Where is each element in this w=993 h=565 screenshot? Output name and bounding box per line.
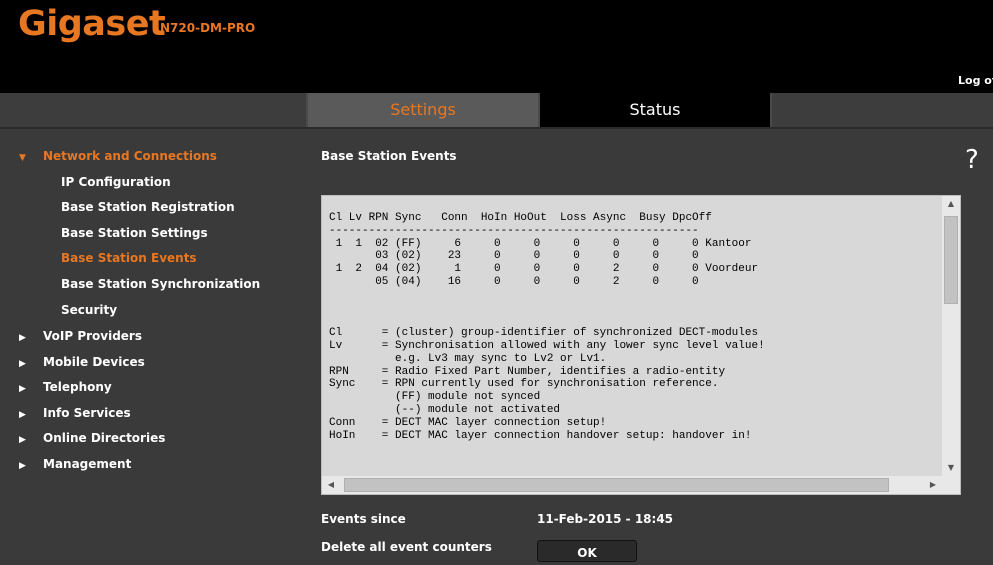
tab-bar-filler-right bbox=[772, 93, 993, 127]
page-title: Base Station Events bbox=[321, 149, 457, 163]
sidebar-item-info-services[interactable]: ▶ Info Services bbox=[19, 402, 131, 424]
events-textarea[interactable]: Cl Lv RPN Sync Conn HoIn HoOut Loss Asyn… bbox=[321, 195, 961, 495]
sidebar-item-voip-providers[interactable]: ▶ VoIP Providers bbox=[19, 325, 142, 347]
triangle-down-icon: ▼ bbox=[19, 153, 26, 163]
horizontal-scroll-thumb[interactable] bbox=[344, 478, 889, 492]
sidebar-item-base-station-registration[interactable]: Base Station Registration bbox=[61, 196, 235, 218]
scroll-up-icon[interactable]: ▲ bbox=[942, 196, 960, 212]
sidebar-item-network-and-connections[interactable]: ▼ Network and Connections bbox=[19, 145, 217, 167]
sidebar-item-security[interactable]: Security bbox=[61, 299, 117, 321]
scroll-right-icon[interactable]: ▶ bbox=[924, 476, 942, 494]
delete-counters-label: Delete all event counters bbox=[321, 540, 492, 554]
page-header: Gigaset N720-DM-PRO Log off bbox=[0, 0, 993, 93]
triangle-right-icon: ▶ bbox=[19, 333, 26, 343]
triangle-right-icon: ▶ bbox=[19, 410, 26, 420]
tab-bar: Settings Status bbox=[0, 93, 993, 129]
horizontal-scrollbar[interactable]: ◀ ▶ bbox=[322, 476, 960, 494]
scroll-down-icon[interactable]: ▼ bbox=[942, 460, 960, 476]
sidebar-item-mobile-devices[interactable]: ▶ Mobile Devices bbox=[19, 351, 145, 373]
device-model: N720-DM-PRO bbox=[160, 21, 256, 35]
sidebar-item-base-station-synchronization[interactable]: Base Station Synchronization bbox=[61, 273, 260, 295]
scroll-left-icon[interactable]: ◀ bbox=[322, 476, 340, 494]
sidebar-item-telephony[interactable]: ▶ Telephony bbox=[19, 376, 112, 398]
help-icon[interactable]: ? bbox=[965, 145, 979, 175]
triangle-right-icon: ▶ bbox=[19, 435, 26, 445]
events-since-value: 11-Feb-2015 - 18:45 bbox=[537, 512, 674, 526]
triangle-right-icon: ▶ bbox=[19, 384, 26, 394]
logoff-link[interactable]: Log off bbox=[958, 74, 993, 87]
tab-bar-filler-left bbox=[0, 93, 306, 127]
tab-status[interactable]: Status bbox=[540, 93, 770, 127]
tab-settings[interactable]: Settings bbox=[308, 93, 538, 127]
sidebar-item-online-directories[interactable]: ▶ Online Directories bbox=[19, 427, 165, 449]
sidebar-item-management[interactable]: ▶ Management bbox=[19, 453, 131, 475]
triangle-right-icon: ▶ bbox=[19, 359, 26, 369]
vertical-scrollbar[interactable]: ▲ ▼ bbox=[942, 196, 960, 476]
ok-button[interactable]: OK bbox=[537, 540, 637, 562]
sidebar-item-base-station-events[interactable]: Base Station Events bbox=[61, 247, 197, 269]
triangle-right-icon: ▶ bbox=[19, 461, 26, 471]
sidebar-item-ip-configuration[interactable]: IP Configuration bbox=[61, 171, 171, 193]
sidebar-item-base-station-settings[interactable]: Base Station Settings bbox=[61, 222, 208, 244]
vertical-scroll-thumb[interactable] bbox=[944, 216, 958, 304]
events-since-label: Events since bbox=[321, 512, 406, 526]
brand-logo: Gigaset bbox=[18, 4, 166, 44]
events-text: Cl Lv RPN Sync Conn HoIn HoOut Loss Asyn… bbox=[329, 212, 765, 442]
